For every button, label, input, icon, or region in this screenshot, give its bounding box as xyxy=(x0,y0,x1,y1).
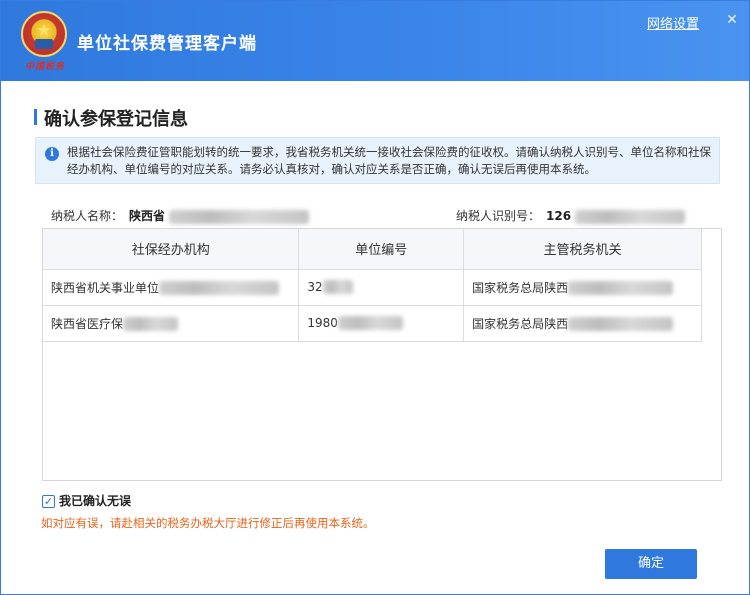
page-title: 确认参保登记信息 xyxy=(44,109,188,130)
registration-table: 社保经办机构 单位编号 主管税务机关 陕西省机关事业单位 32 国家税务总局陕西… xyxy=(42,228,722,481)
column-header-tax-authority: 主管税务机关 xyxy=(463,229,702,270)
star-icon: ★ xyxy=(35,20,53,41)
confirm-checkbox[interactable]: ✓ 我已确认无误 xyxy=(42,492,131,509)
taxpayer-name-row: 纳税人名称： 陕西省 xyxy=(51,207,310,224)
logo-text: 中国税务 xyxy=(25,62,66,72)
warning-text: 如对应有误，请赴相关的税务办税大厅进行修正后再使用本系统。 xyxy=(41,516,375,530)
notice-box: i 根据社会保险费征管职能划转的统一要求，我省税务机关统一接收社会保险费的征收权… xyxy=(35,137,720,184)
title-bar: ★ 中国税务 单位社保费管理客户端 网络设置 ✕ xyxy=(1,1,749,81)
column-header-agency: 社保经办机构 xyxy=(43,229,300,270)
table-cell: 1980 xyxy=(298,305,465,342)
redacted-mask xyxy=(169,209,310,224)
tax-emblem-logo: ★ xyxy=(21,11,67,57)
app-window: ★ 中国税务 单位社保费管理客户端 网络设置 ✕ 确认参保登记信息 i 根据社会… xyxy=(0,0,750,595)
taxpayer-id-value: 126 xyxy=(546,209,572,223)
table-row[interactable]: 陕西省医疗保 1980 国家税务总局陕西 xyxy=(43,305,702,342)
table-row[interactable]: 陕西省机关事业单位 32 国家税务总局陕西 xyxy=(43,269,702,306)
checkbox-checked-icon[interactable]: ✓ xyxy=(42,495,55,508)
table-header-row: 社保经办机构 单位编号 主管税务机关 xyxy=(43,229,702,270)
column-header-unit-code: 单位编号 xyxy=(298,229,465,270)
taxpayer-id-row: 纳税人识别号： 126 xyxy=(456,207,686,224)
app-title: 单位社保费管理客户端 xyxy=(77,34,257,54)
table-cell: 陕西省机关事业单位 xyxy=(43,269,300,306)
table-cell: 国家税务总局陕西 xyxy=(463,269,702,306)
confirm-button[interactable]: 确定 xyxy=(605,549,697,579)
table-cell: 32 xyxy=(298,269,465,306)
table-cell: 国家税务总局陕西 xyxy=(463,305,702,342)
taxpayer-name-value: 陕西省 xyxy=(129,209,166,223)
close-icon[interactable]: ✕ xyxy=(724,12,740,28)
network-settings-link[interactable]: 网络设置 xyxy=(647,13,699,32)
table-cell: 陕西省医疗保 xyxy=(43,305,300,342)
taxpayer-id-label: 纳税人识别号： xyxy=(456,209,541,223)
redacted-mask xyxy=(575,209,686,224)
taxpayer-name-label: 纳税人名称： xyxy=(51,209,124,223)
section-marker xyxy=(34,109,37,125)
confirm-label: 我已确认无误 xyxy=(59,494,132,508)
notice-text: 根据社会保险费征管职能划转的统一要求，我省税务机关统一接收社会保险费的征收权。请… xyxy=(67,145,711,176)
info-icon: i xyxy=(45,147,59,161)
